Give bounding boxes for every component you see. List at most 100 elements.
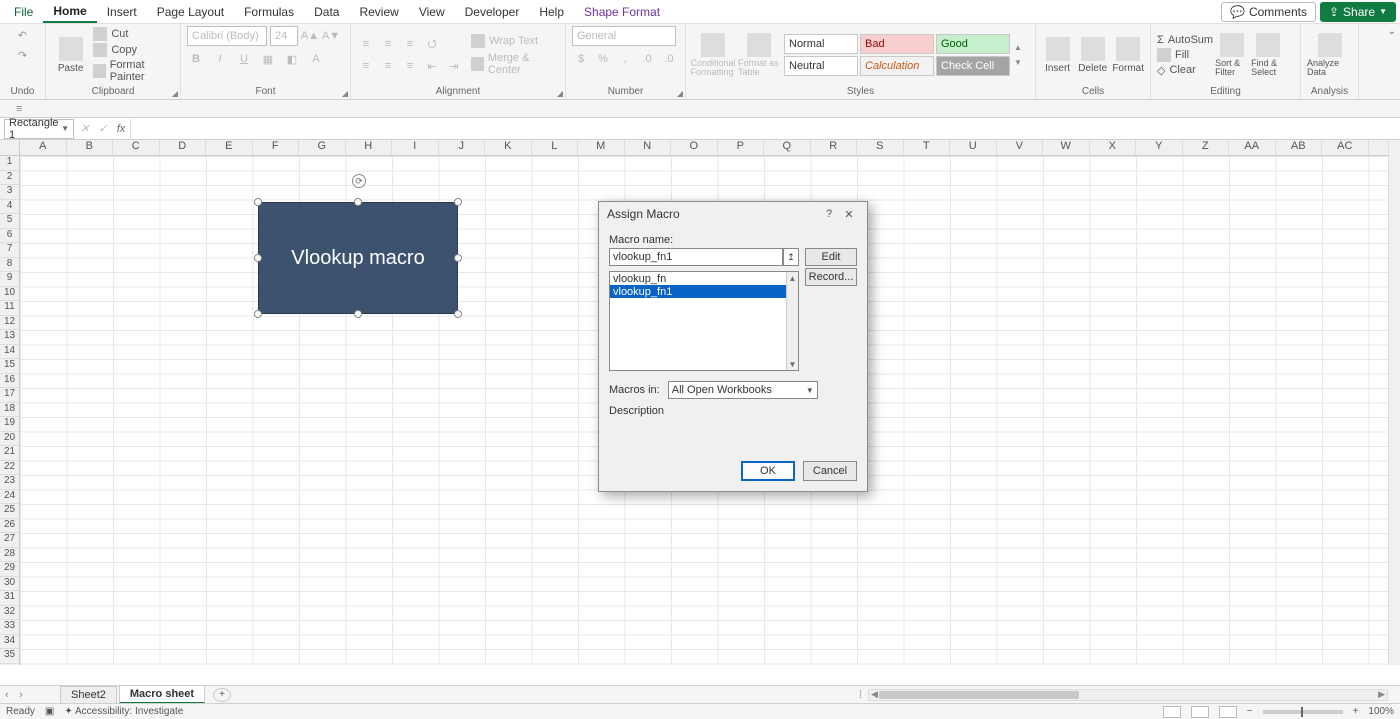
row-header[interactable]: 23	[0, 475, 19, 490]
horizontal-scrollbar[interactable]: ◀ ▶	[868, 689, 1388, 701]
tab-split-handle[interactable]: ⁞	[859, 689, 862, 701]
shape-selection[interactable]: ⟳ Vlookup macro	[258, 202, 458, 314]
conditional-formatting-button[interactable]: Conditional Formatting	[692, 27, 734, 83]
row-header[interactable]: 2	[0, 171, 19, 186]
collapse-dialog-button[interactable]: ↥	[783, 248, 799, 266]
row-header[interactable]: 30	[0, 577, 19, 592]
redo-button[interactable]: ↷	[14, 46, 32, 64]
column-header[interactable]: R	[811, 140, 858, 155]
column-header[interactable]: F	[253, 140, 300, 155]
dialog-launcher-icon[interactable]: ◢	[677, 89, 683, 98]
vlookup-macro-shape[interactable]: Vlookup macro	[258, 202, 458, 314]
style-normal[interactable]: Normal	[784, 34, 858, 54]
page-break-view-button[interactable]	[1219, 706, 1237, 718]
format-cells-button[interactable]: Format	[1112, 27, 1144, 83]
name-box[interactable]: Rectangle 1 ▼	[4, 119, 74, 139]
merge-center-button[interactable]: Merge & Center	[471, 52, 559, 76]
tab-developer[interactable]: Developer	[455, 2, 530, 22]
tab-file[interactable]: File	[4, 2, 43, 22]
font-size-select[interactable]: 24	[270, 26, 298, 46]
column-header[interactable]: B	[67, 140, 114, 155]
column-header[interactable]: O	[671, 140, 718, 155]
column-header[interactable]: C	[113, 140, 160, 155]
currency-button[interactable]: $	[572, 50, 590, 68]
add-sheet-button[interactable]: +	[213, 688, 231, 702]
row-header[interactable]: 16	[0, 374, 19, 389]
styles-down-button[interactable]: ▼	[1014, 58, 1022, 67]
column-header[interactable]: P	[718, 140, 765, 155]
row-header[interactable]: 29	[0, 562, 19, 577]
indent-increase-button[interactable]: ⇥	[445, 57, 463, 75]
sort-filter-button[interactable]: Sort & Filter	[1215, 27, 1249, 83]
row-headers[interactable]: 1234567891011121314151617181920212223242…	[0, 156, 20, 665]
style-good[interactable]: Good	[936, 34, 1010, 54]
tab-insert[interactable]: Insert	[97, 2, 147, 22]
tab-help[interactable]: Help	[529, 2, 574, 22]
zoom-level[interactable]: 100%	[1368, 706, 1394, 717]
tab-review[interactable]: Review	[349, 2, 408, 22]
row-header[interactable]: 9	[0, 272, 19, 287]
row-header[interactable]: 13	[0, 330, 19, 345]
qat-icon[interactable]: ≡	[16, 103, 22, 115]
record-macro-button[interactable]: Record...	[805, 268, 857, 286]
scroll-right-button[interactable]: ▶	[1378, 689, 1385, 700]
align-bottom-button[interactable]: ≡	[401, 35, 419, 53]
row-header[interactable]: 35	[0, 649, 19, 664]
resize-handle-s[interactable]	[354, 310, 362, 318]
edit-macro-button[interactable]: Edit	[805, 248, 857, 266]
macro-list[interactable]: vlookup_fnvlookup_fn1 ▲ ▼	[609, 271, 799, 371]
column-header[interactable]: AC	[1322, 140, 1369, 155]
wrap-text-button[interactable]: Wrap Text	[471, 34, 559, 48]
dialog-titlebar[interactable]: Assign Macro ? ✕	[599, 202, 867, 226]
row-header[interactable]: 3	[0, 185, 19, 200]
align-top-button[interactable]: ≡	[357, 35, 375, 53]
row-header[interactable]: 7	[0, 243, 19, 258]
page-layout-view-button[interactable]	[1191, 706, 1209, 718]
scroll-down-button[interactable]: ▼	[787, 358, 798, 370]
scroll-up-button[interactable]: ▲	[787, 272, 798, 284]
resize-handle-e[interactable]	[454, 254, 462, 262]
styles-up-button[interactable]: ▲	[1014, 43, 1022, 52]
dialog-launcher-icon[interactable]: ◢	[557, 89, 563, 98]
tab-data[interactable]: Data	[304, 2, 349, 22]
row-header[interactable]: 15	[0, 359, 19, 374]
macro-record-icon[interactable]: ▣	[45, 706, 54, 717]
cancel-formula-button[interactable]: ✕	[76, 122, 94, 135]
row-header[interactable]: 19	[0, 417, 19, 432]
comments-button[interactable]: 💬 Comments	[1221, 2, 1316, 22]
insert-cells-button[interactable]: Insert	[1042, 27, 1073, 83]
row-header[interactable]: 27	[0, 533, 19, 548]
autosum-button[interactable]: ΣAutoSum	[1157, 34, 1213, 46]
column-header[interactable]: D	[160, 140, 207, 155]
align-center-button[interactable]: ≡	[379, 57, 397, 75]
tab-home[interactable]: Home	[43, 1, 96, 23]
clear-button[interactable]: ◇Clear	[1157, 64, 1213, 77]
increase-font-button[interactable]: A▲	[301, 27, 319, 45]
resize-handle-nw[interactable]	[254, 198, 262, 206]
column-header[interactable]: W	[1043, 140, 1090, 155]
decrease-decimal-button[interactable]: .0	[660, 50, 678, 68]
row-header[interactable]: 20	[0, 432, 19, 447]
row-header[interactable]: 26	[0, 519, 19, 534]
row-header[interactable]: 22	[0, 461, 19, 476]
macro-name-input[interactable]: vlookup_fn1	[609, 248, 783, 266]
chevron-down-icon[interactable]: ▼	[61, 124, 69, 133]
rotation-handle[interactable]: ⟳	[352, 174, 366, 188]
formula-input[interactable]	[130, 119, 1400, 139]
font-color-button[interactable]: A	[307, 50, 325, 68]
ok-button[interactable]: OK	[741, 461, 795, 481]
comma-button[interactable]: ,	[616, 50, 634, 68]
zoom-in-button[interactable]: +	[1353, 706, 1359, 717]
column-header[interactable]: H	[346, 140, 393, 155]
sheet-tab-sheet2[interactable]: Sheet2	[60, 686, 117, 703]
find-select-button[interactable]: Find & Select	[1251, 27, 1285, 83]
worksheet-grid[interactable]: ABCDEFGHIJKLMNOPQRSTUVWXYZAAABAC 1234567…	[0, 140, 1400, 665]
resize-handle-n[interactable]	[354, 198, 362, 206]
macro-list-item[interactable]: vlookup_fn1	[610, 285, 798, 298]
column-header[interactable]: U	[950, 140, 997, 155]
resize-handle-ne[interactable]	[454, 198, 462, 206]
macros-in-select[interactable]: All Open Workbooks ▼	[668, 381, 818, 399]
column-header[interactable]: T	[904, 140, 951, 155]
column-header[interactable]: L	[532, 140, 579, 155]
underline-button[interactable]: U	[235, 50, 253, 68]
